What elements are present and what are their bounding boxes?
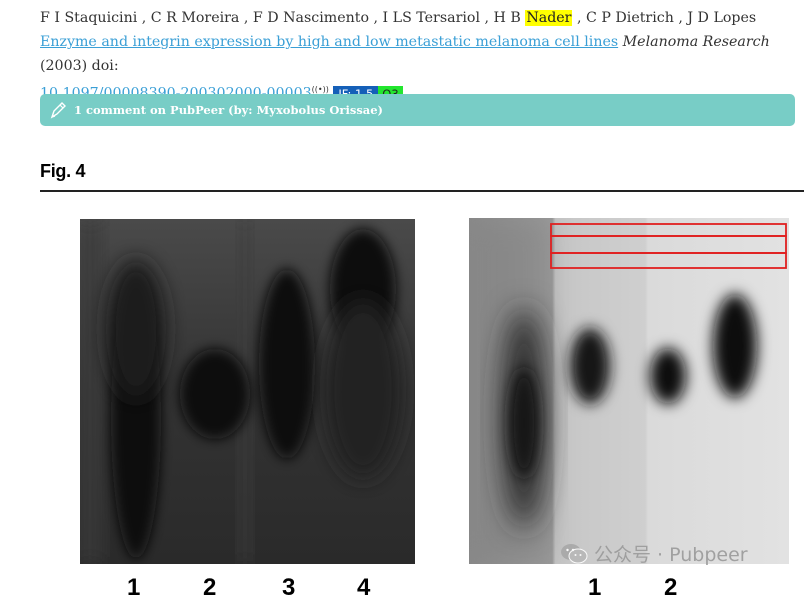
lane-label: 4 [357, 574, 371, 601]
gel-band [713, 294, 757, 398]
gel-panel-right [469, 218, 789, 564]
pubpeer-comment-label: 1 comment on PubPeer (by: Myxobolus Oris… [74, 103, 384, 117]
figure-title: Fig. 4 [40, 161, 86, 181]
lane-label: 1 [588, 574, 602, 601]
watermark: 公众号 · Pubpeer [560, 540, 748, 567]
gel-band [509, 368, 539, 478]
lane-label: 3 [282, 574, 296, 601]
lane-label: 2 [203, 574, 217, 601]
article-title-link[interactable]: Enzyme and integrin expression by high a… [40, 34, 618, 50]
pencil-quill-icon [50, 102, 66, 119]
citation-block: F I Staquicini , C R Moreira , F D Nasci… [40, 6, 800, 106]
gel-band [570, 328, 610, 404]
watermark-text: 公众号 · Pubpeer [594, 544, 748, 566]
lane-label: 1 [127, 574, 141, 601]
gel-band [650, 348, 686, 404]
wechat-icon [561, 543, 588, 563]
highlighted-author: Nader [525, 10, 573, 26]
year-doi-text: (2003) doi: [40, 58, 119, 74]
gel-band [180, 349, 250, 439]
authors-before: F I Staquicini , C R Moreira , F D Nasci… [40, 10, 526, 26]
gel-panel-left [80, 219, 415, 564]
authors-after: , C P Dietrich , J D Lopes [572, 10, 757, 26]
journal-name: Melanoma Research [622, 34, 770, 50]
figure-divider [40, 190, 804, 192]
lane-label: 2 [664, 574, 678, 601]
pubpeer-comment-bar[interactable]: 1 comment on PubPeer (by: Myxobolus Oris… [40, 94, 795, 126]
broadcast-icon: ((•)) [311, 85, 329, 94]
gel-band [259, 269, 315, 459]
